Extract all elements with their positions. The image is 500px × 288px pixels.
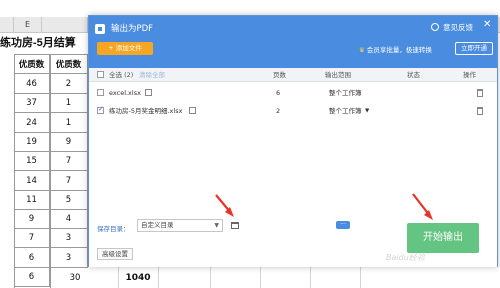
- annotation-arrows: [215, 193, 433, 220]
- watermark: Baidu经验: [386, 253, 425, 262]
- arrow-to-folder-icon: [215, 194, 234, 217]
- arrow-to-start-button: [412, 193, 433, 220]
